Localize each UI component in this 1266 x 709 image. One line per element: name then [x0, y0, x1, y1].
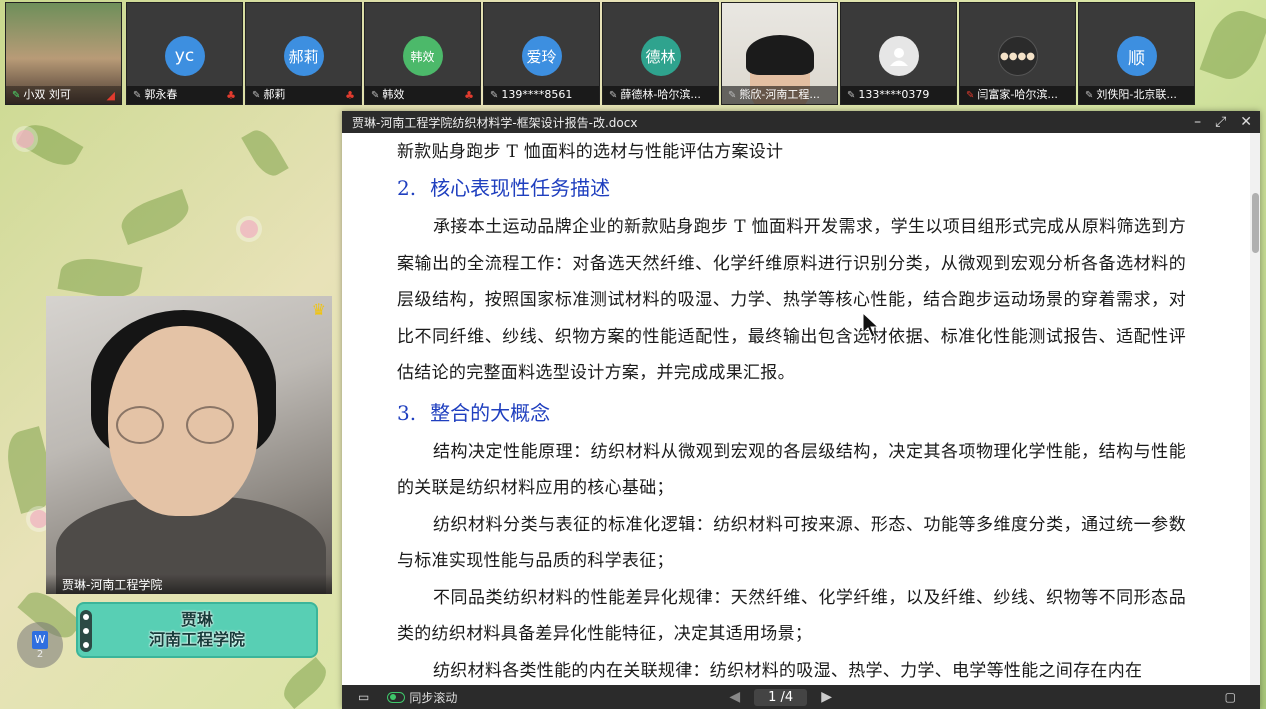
mic-muted-icon: ♣ [345, 89, 355, 102]
expand-icon[interactable]: ⤢ [1215, 114, 1226, 130]
drag-handle-icon[interactable] [80, 610, 92, 652]
section-heading: 2. 核心表现性任务描述 [397, 176, 611, 200]
default-user-icon [889, 48, 908, 66]
next-page-icon[interactable]: ▶ [821, 689, 832, 705]
document-paragraph: 承接本土运动品牌企业的新款贴身跑步 T 恤面料开发需求，学生以项目组形式完成从原… [397, 217, 1186, 383]
participant-tile[interactable]: 德林 ✎ 薛德林-哈尔滨... [602, 2, 719, 105]
sidebar-toggle-icon[interactable]: ▭ [358, 690, 369, 704]
participant-tile[interactable]: 韩效 ✎ 韩效 ♣ [364, 2, 481, 105]
sync-scroll-toggle[interactable]: 同步滚动 [387, 689, 457, 706]
participant-tile[interactable]: 郝莉 ✎ 郝莉 ♣ [245, 2, 362, 105]
document-title-bar[interactable]: 贾琳-河南工程学院纺织材料学-框架设计报告-改.docx – ⤢ ✕ [342, 111, 1260, 133]
participant-tile[interactable]: ✎ 熊欣-河南工程... [721, 2, 838, 105]
speaker-card-name: 贾琳 [180, 610, 213, 629]
avatar: 顺 [1116, 36, 1157, 76]
minimize-icon[interactable]: – [1194, 114, 1201, 130]
participant-name: 139****8561 [501, 88, 573, 101]
participant-tile[interactable]: 爱玲 ✎ 139****8561 [483, 2, 600, 105]
word-document-icon: W [32, 630, 48, 649]
mouse-cursor-icon [862, 312, 880, 338]
avatar: 韩效 [402, 36, 443, 76]
mic-muted-icon: ♣ [464, 89, 474, 102]
speaker-card-org: 河南工程学院 [148, 630, 245, 649]
mic-icon: ✎ [728, 90, 737, 101]
avatar: 郝莉 [283, 36, 324, 76]
group-photo-icon: ●●●● [1000, 50, 1035, 62]
mic-icon: ✎ [133, 90, 142, 101]
avatar: yc [164, 36, 205, 76]
speaker-video[interactable]: ♛ 贾琳-河南工程学院 [46, 296, 332, 594]
participant-name: 熊欣-河南工程... [739, 88, 820, 101]
document-title: 贾琳-河南工程学院纺织材料学-框架设计报告-改.docx [352, 115, 638, 130]
participant-name: 133****0379 [858, 88, 930, 101]
mic-icon: ✎ [252, 90, 261, 101]
speaker-name-label: 贾琳-河南工程学院 [46, 574, 332, 594]
mic-muted-icon: ✎ [966, 90, 975, 101]
mic-icon: ✎ [490, 90, 499, 101]
document-paragraph: 纺织材料各类性能的内在关联规律：纺织材料的吸湿、热学、力学、电学等性能之间存在内… [433, 660, 1143, 681]
document-footer: ▭ 同步滚动 ◀ 1 /4 ▶ ▢ [342, 685, 1260, 709]
shared-document-window: 贾琳-河南工程学院纺织材料学-框架设计报告-改.docx – ⤢ ✕ 新款贴身跑… [342, 111, 1260, 709]
fullscreen-icon[interactable]: ▢ [1225, 690, 1236, 704]
document-paragraph: 不同品类纺织材料的性能差异化规律：天然纤维、化学纤维，以及纤维、纱线、织物等不同… [397, 587, 1186, 645]
document-scrollbar[interactable] [1250, 133, 1260, 685]
participant-tile[interactable]: ●●●● ✎ 闫富家-哈尔滨... [959, 2, 1076, 105]
avatar: 爱玲 [521, 36, 562, 76]
mic-icon: ✎ [1085, 90, 1094, 101]
document-paragraph: 结构决定性能原理：纺织材料从微观到宏观的各层级结构，决定其各项物理化学性能，结构… [397, 441, 1186, 499]
mic-muted-icon: ♣ [226, 89, 236, 102]
scrollbar-thumb[interactable] [1252, 193, 1259, 253]
participant-name: 郭永春 [144, 88, 178, 101]
participant-tile[interactable]: ✎ 133****0379 [840, 2, 957, 105]
sync-scroll-label: 同步滚动 [409, 690, 458, 705]
participant-name: 薛德林-哈尔滨... [620, 88, 701, 101]
toggle-switch-icon [387, 691, 406, 703]
page-indicator: 1 /4 [754, 688, 808, 706]
document-content[interactable]: 新款贴身跑步 T 恤面料的选材与性能评估方案设计 2. 核心表现性任务描述 承接本… [342, 133, 1250, 685]
participant-name: 闫富家-哈尔滨... [977, 88, 1058, 101]
avatar: ●●●● [997, 36, 1038, 76]
section-heading: 3. 整合的大概念 [397, 400, 551, 425]
mic-icon: ✎ [609, 90, 618, 101]
mic-icon: ✎ [371, 90, 380, 101]
floating-document-button[interactable]: W 2 [17, 622, 63, 668]
participant-tile[interactable]: yc ✎ 郭永春 ♣ [126, 2, 243, 105]
mic-icon: ✎ [847, 90, 856, 101]
document-paragraph: 纺织材料分类与表征的标准化逻辑：纺织材料可按来源、形态、功能等多维度分类，通过统… [397, 514, 1186, 572]
participant-tile[interactable]: ✎ 小双 刘可 ◢ [5, 2, 122, 105]
mic-muted-icon: ◢ [106, 89, 115, 102]
participant-name: 郝莉 [263, 88, 286, 101]
participant-tile[interactable]: 顺 ✎ 刘佚阳-北京联... [1078, 2, 1195, 105]
participant-name: 刘佚阳-北京联... [1096, 88, 1177, 101]
avatar [878, 36, 919, 76]
participant-name: 韩效 [382, 88, 405, 101]
participant-name: 小双 [23, 88, 46, 101]
document-count: 2 [36, 648, 44, 660]
speaker-name-card: 贾琳 河南工程学院 [76, 602, 318, 658]
close-icon[interactable]: ✕ [1240, 114, 1252, 130]
document-text-line: 新款贴身跑步 T 恤面料的选材与性能评估方案设计 [397, 142, 784, 162]
previous-page-icon[interactable]: ◀ [729, 689, 740, 705]
host-crown-icon: ♛ [311, 300, 326, 319]
avatar: 德林 [640, 36, 681, 76]
